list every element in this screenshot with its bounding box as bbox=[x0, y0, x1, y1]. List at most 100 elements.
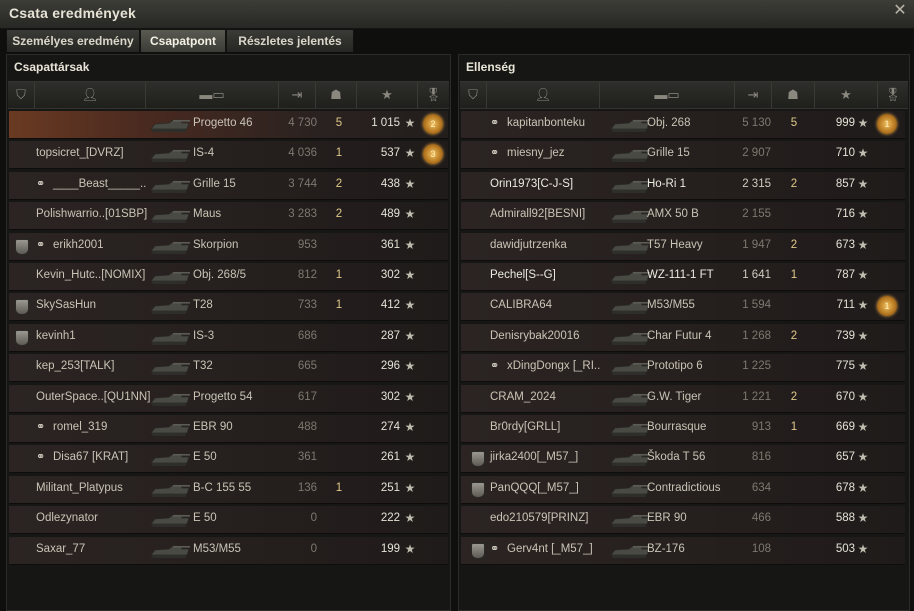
damage-value: 4 036 bbox=[288, 147, 317, 160]
table-row[interactable]: edo210579[PRINZ] EBR 90 466 588 ★ bbox=[461, 506, 905, 535]
table-row[interactable]: Denisrybak20016 Char Futur 4 1 268 2 739 ★ bbox=[461, 323, 905, 352]
player-name[interactable]: ____Beast_____.. bbox=[53, 178, 146, 190]
table-row[interactable]: ⚭ Gerv4nt [_M57_] BZ-176 108 503 ★ bbox=[461, 536, 905, 565]
player-name[interactable]: dawidjutrzenka bbox=[490, 239, 567, 251]
table-row[interactable]: Pechel[S--G] WZ-111-1 FT 1 641 1 787 ★ bbox=[461, 263, 905, 291]
table-row[interactable]: CRAM_2024 G.W. Tiger 1 221 2 670 ★ bbox=[461, 384, 905, 413]
allies-title: Csapattársak bbox=[14, 60, 90, 74]
player-name[interactable]: edo210579[PRINZ] bbox=[490, 512, 588, 524]
tank-icon bbox=[607, 417, 651, 439]
table-row[interactable]: ⚭ xDingDongx [_RI.. Prototipo 6 1 225 775 ★ bbox=[461, 354, 905, 383]
close-icon[interactable]: ✕ bbox=[892, 3, 908, 19]
clan-shield-icon bbox=[471, 542, 485, 559]
player-name[interactable]: Pechel[S--G] bbox=[490, 269, 556, 281]
player-name[interactable]: erikh2001 bbox=[53, 239, 104, 251]
player-name[interactable]: Odlezynator bbox=[36, 512, 98, 524]
tab-personal[interactable]: Személyes eredmény bbox=[6, 29, 140, 52]
table-row[interactable]: jirka2400[_M57_] Škoda T 56 816 657 ★ bbox=[461, 445, 905, 474]
kills-column-header[interactable]: ☗ bbox=[772, 82, 815, 108]
table-row[interactable]: topsicret_[DVRZ] IS-4 4 036 1 537 ★ 3 bbox=[9, 141, 448, 170]
table-row[interactable]: ⚭ ____Beast_____.. Grille 15 3 744 2 438 ★ bbox=[9, 171, 448, 200]
player-name[interactable]: SkySasHun bbox=[36, 299, 96, 311]
player-name[interactable]: OuterSpace..[QU1NN] bbox=[36, 391, 150, 403]
player-name[interactable]: Saxar_77 bbox=[36, 543, 85, 555]
table-row[interactable]: Kevin_Hutc..[NOMIX] Obj. 268/5 812 1 302 ★ bbox=[9, 263, 448, 291]
medal-icon[interactable]: 2 bbox=[423, 114, 443, 134]
damage-value: 812 bbox=[297, 269, 317, 281]
table-row[interactable]: ⚭ romel_319 EBR 90 488 274 ★ bbox=[9, 415, 448, 443]
table-row[interactable]: Odlezynator E 50 0 222 ★ bbox=[9, 506, 448, 535]
table-row[interactable]: ⚭ kapitanbonteku Obj. 268 5 130 5 999 ★ 1 bbox=[461, 111, 905, 139]
table-row[interactable]: CALIBRA64 M53/M55 1 594 711 ★ 1 bbox=[461, 293, 905, 322]
player-name[interactable]: kapitanbonteku bbox=[507, 117, 585, 129]
platoon-icon: ⚭ bbox=[36, 421, 46, 433]
table-row[interactable]: kevinh1 IS-3 686 287 ★ bbox=[9, 323, 448, 352]
player-name[interactable]: Br0rdy[GRLL] bbox=[490, 421, 560, 433]
tank-icon bbox=[607, 356, 651, 378]
medal-icon[interactable]: 1 bbox=[877, 114, 897, 134]
player-name[interactable]: romel_319 bbox=[53, 421, 107, 433]
tank-icon bbox=[147, 326, 191, 348]
player-name[interactable]: Admirall92[BESNI] bbox=[490, 208, 585, 220]
platoon-icon: ⚭ bbox=[490, 147, 500, 160]
table-row[interactable]: dawidjutrzenka T57 Heavy 1 947 2 673 ★ bbox=[461, 232, 905, 261]
medal-icon[interactable]: 1 bbox=[877, 296, 897, 317]
platoon-column-header[interactable]: ⛉ bbox=[460, 82, 487, 108]
vehicle-column-header[interactable]: ▬▭ bbox=[600, 82, 735, 108]
table-row[interactable]: Admirall92[BESNI] AMX 50 B 2 155 716 ★ bbox=[461, 202, 905, 231]
tank-icon bbox=[147, 447, 191, 469]
player-name[interactable]: CALIBRA64 bbox=[490, 299, 552, 311]
xp-column-header[interactable]: ★ bbox=[815, 82, 878, 108]
platoon-column-header[interactable]: ⛉ bbox=[8, 82, 35, 108]
player-name[interactable]: Militant_Platypus bbox=[36, 482, 123, 494]
table-row[interactable]: ⚭ miesny_jez Grille 15 2 907 710 ★ bbox=[461, 141, 905, 170]
table-row[interactable]: ⚭ erikh2001 Skorpion 953 361 ★ bbox=[9, 232, 448, 261]
table-row[interactable]: OuterSpace..[QU1NN] Progetto 54 617 302 ★ bbox=[9, 384, 448, 413]
xp-value: 1 015 bbox=[371, 117, 400, 129]
player-name[interactable]: PanQQQ[_M57_] bbox=[490, 482, 579, 494]
table-row[interactable]: SkySasHun T28 733 1 412 ★ bbox=[9, 293, 448, 322]
player-name[interactable]: kevinh1 bbox=[36, 330, 76, 342]
table-row[interactable]: ⚭ Disa67 [KRAT] E 50 361 261 ★ bbox=[9, 445, 448, 474]
damage-column-header[interactable]: ⇥ bbox=[735, 82, 772, 108]
vehicle-name: T57 Heavy bbox=[647, 238, 703, 251]
xp-value: 503 bbox=[835, 542, 855, 555]
medal-icon[interactable]: 3 bbox=[423, 144, 443, 165]
damage-column-header[interactable]: ⇥ bbox=[279, 82, 316, 108]
vehicle-name: Grille 15 bbox=[647, 147, 690, 160]
kills-value: 2 bbox=[335, 177, 343, 190]
kills-column-header[interactable]: ☗ bbox=[316, 82, 357, 108]
player-name[interactable]: Kevin_Hutc..[NOMIX] bbox=[36, 269, 145, 281]
player-name[interactable]: xDingDongx [_RI.. bbox=[507, 360, 600, 372]
table-row[interactable]: Polishwarrio..[01SBP] Maus 3 283 2 489 ★ bbox=[9, 202, 448, 231]
table-row[interactable]: PanQQQ[_M57_] Contradictious 634 678 ★ bbox=[461, 475, 905, 504]
enemies-title: Ellenség bbox=[466, 60, 516, 74]
player-name[interactable]: Denisrybak20016 bbox=[490, 330, 580, 342]
xp-column-header[interactable]: ★ bbox=[357, 82, 418, 108]
player-name[interactable]: miesny_jez bbox=[507, 147, 565, 159]
player-name[interactable]: jirka2400[_M57_] bbox=[490, 451, 578, 463]
tab-team[interactable]: Csapatpont bbox=[140, 29, 226, 52]
player-name[interactable]: CRAM_2024 bbox=[490, 391, 556, 403]
player-column-header[interactable]: 👤︎ bbox=[35, 82, 146, 108]
medal-column-header[interactable]: 🎖︎ bbox=[418, 82, 449, 108]
table-row[interactable]: Br0rdy[GRLL] Bourrasque 913 1 669 ★ bbox=[461, 415, 905, 443]
table-row[interactable]: Orin1973[C-J-S] Ho-Ri 1 2 315 2 857 ★ bbox=[461, 171, 905, 200]
vehicle-column-header[interactable]: ▬▭ bbox=[146, 82, 279, 108]
table-row[interactable]: Militant_Platypus B-C 155 55 136 1 251 ★ bbox=[9, 475, 448, 504]
player-name[interactable]: kep_253[TALK] bbox=[36, 360, 114, 372]
tab-detailed-report[interactable]: Részletes jelentés bbox=[226, 29, 354, 52]
player-name[interactable]: Disa67 [KRAT] bbox=[53, 451, 128, 463]
player-name[interactable]: topsicret_[DVRZ] bbox=[36, 147, 124, 159]
player-column-header[interactable]: 👤︎ bbox=[487, 82, 600, 108]
star-icon: ★ bbox=[857, 176, 869, 191]
table-row[interactable]: Saxar_77 M53/M55 0 199 ★ bbox=[9, 536, 448, 565]
medal-column-header[interactable]: 🎖︎ bbox=[878, 82, 908, 108]
table-row[interactable]: Progetto 46 4 730 5 1 015 ★ 2 bbox=[9, 111, 448, 139]
player-name[interactable]: Polishwarrio..[01SBP] bbox=[36, 208, 147, 220]
vehicle-name: E 50 bbox=[193, 512, 217, 525]
tank-icon bbox=[607, 326, 651, 348]
player-name[interactable]: Gerv4nt [_M57_] bbox=[507, 543, 593, 555]
player-name[interactable]: Orin1973[C-J-S] bbox=[490, 178, 573, 190]
table-row[interactable]: kep_253[TALK] T32 665 296 ★ bbox=[9, 354, 448, 383]
